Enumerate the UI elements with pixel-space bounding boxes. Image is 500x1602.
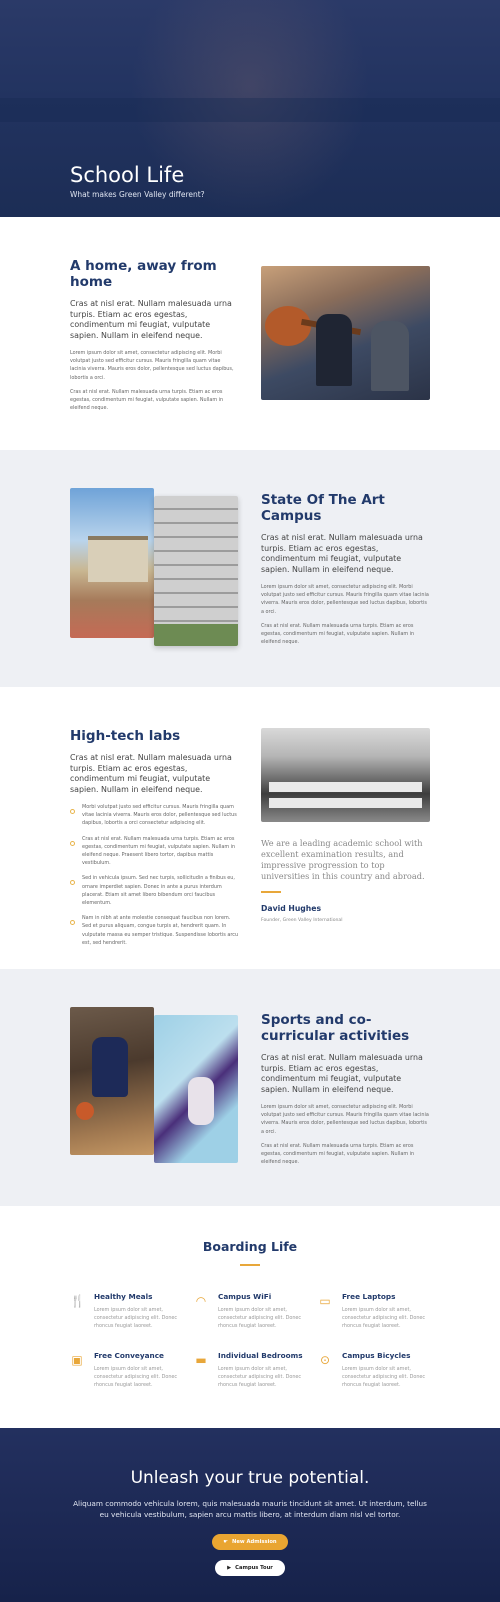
feature-title: Campus Bicycles [342,1351,411,1360]
sports-title: Sports and co-curricular activities [261,1012,410,1044]
sports-paragraph-2: Cras at nisl erat. Nullam malesuada urna… [261,1142,415,1166]
play-icon: ▶ [227,1565,232,1571]
home-title: A home, away from home [70,258,217,290]
list-item: Nam in nibh at ante molestie consequat f… [70,914,240,947]
home-paragraph-2: Cras at nisl erat. Nullam malesuada urna… [70,388,224,412]
quote-author-role: Founder, Green Valley International [261,918,343,923]
basketball-photo [70,1007,154,1155]
labs-section: High-tech labs Cras at nisl erat. Nullam… [0,687,500,969]
labs-bullet-list: Morbi volutpat justo sed efficitur cursu… [70,803,240,947]
feature-campus-wifi: ◠ Campus WiFi Lorem ipsum dolor sit amet… [194,1292,309,1331]
feature-healthy-meals: 🍴 Healthy Meals Lorem ipsum dolor sit am… [70,1292,185,1331]
home-section: A home, away from home Cras at nisl erat… [0,217,500,450]
campus-title: State Of The Art Campus [261,492,385,524]
quote-author: David Hughes [261,904,322,913]
feature-description: Lorem ipsum dolor sit amet, consectetur … [94,1366,178,1389]
hero-overlay-band [0,98,500,122]
boarding-section: Boarding Life 🍴 Healthy Meals Lorem ipsu… [0,1206,500,1428]
feature-title: Free Laptops [342,1292,396,1301]
quote-text: We are a leading academic school with ex… [261,838,425,881]
campus-tour-label: Campus Tour [235,1565,273,1571]
campus-building-photo [70,488,154,638]
list-item: Sed in vehicula ipsum. Sed nec turpis, s… [70,874,240,907]
campus-paragraph-1: Lorem ipsum dolor sit amet, consectetur … [261,584,429,615]
page-title: School Life [70,163,185,187]
quote-divider [261,891,281,893]
bullet-circle-icon [70,840,75,846]
feature-description: Lorem ipsum dolor sit amet, consectetur … [342,1366,426,1389]
computer-lab-photo [261,728,430,822]
feature-title: Healthy Meals [94,1292,153,1301]
feature-title: Free Conveyance [94,1351,164,1360]
campus-lead: Cras at nisl erat. Nullam malesuada urna… [261,533,423,574]
founder-quote: We are a leading academic school with ex… [261,838,431,923]
sports-section: Sports and co-curricular activities Cras… [0,969,500,1206]
list-item: Morbi volutpat justo sed efficitur cursu… [70,803,240,828]
fork-knife-icon: 🍴 [70,1294,85,1308]
climbing-wall-photo [154,1015,238,1163]
feature-individual-bedrooms: ▬ Individual Bedrooms Lorem ipsum dolor … [194,1351,309,1390]
sports-paragraph-1: Lorem ipsum dolor sit amet, consectetur … [261,1104,429,1135]
campus-paragraph-2: Cras at nisl erat. Nullam malesuada urna… [261,622,415,646]
bed-icon: ▬ [195,1353,207,1367]
hero-section: School Life What makes Green Valley diff… [0,0,500,217]
cta-text: Aliquam commodo vehicula lorem, quis mal… [73,1499,427,1519]
feature-free-conveyance: ▣ Free Conveyance Lorem ipsum dolor sit … [70,1351,185,1390]
labs-lead: Cras at nisl erat. Nullam malesuada urna… [70,753,232,794]
bicycle-icon: ⊙ [319,1353,331,1367]
boarding-title: Boarding Life [202,1239,298,1254]
bus-icon: ▣ [71,1353,83,1367]
labs-title: High-tech labs [70,728,181,744]
page-subtitle: What makes Green Valley different? [70,190,205,199]
list-item: Cras at nisl erat. Nullam malesuada urna… [70,835,240,868]
boarding-divider [240,1264,260,1266]
home-paragraph-1: Lorem ipsum dolor sit amet, consectetur … [70,350,234,381]
sports-lead: Cras at nisl erat. Nullam malesuada urna… [261,1053,423,1094]
campus-section: State Of The Art Campus Cras at nisl era… [0,450,500,687]
cta-title: Unleash your true potential. [130,1468,370,1488]
campus-facade-photo [154,496,238,646]
students-guitar-photo [261,266,430,400]
feature-free-laptops: ▭ Free Laptops Lorem ipsum dolor sit ame… [318,1292,433,1331]
new-admission-button[interactable]: ☛ New Admission [212,1534,288,1550]
feature-description: Lorem ipsum dolor sit amet, consectetur … [218,1366,302,1389]
feature-campus-bicycles: ⊙ Campus Bicycles Lorem ipsum dolor sit … [318,1351,433,1390]
feature-description: Lorem ipsum dolor sit amet, consectetur … [218,1307,302,1330]
bullet-circle-icon [70,809,75,814]
home-lead: Cras at nisl erat. Nullam malesuada urna… [70,299,232,340]
bullet-circle-icon [70,880,75,886]
hand-icon: ☛ [223,1539,229,1545]
feature-title: Individual Bedrooms [218,1351,303,1360]
campus-tour-button[interactable]: ▶ Campus Tour [215,1560,285,1576]
feature-description: Lorem ipsum dolor sit amet, consectetur … [94,1307,178,1330]
new-admission-label: New Admission [232,1539,277,1545]
cta-section: Unleash your true potential. Aliquam com… [0,1428,500,1602]
feature-title: Campus WiFi [218,1292,272,1301]
wifi-icon: ◠ [195,1294,207,1308]
laptop-icon: ▭ [319,1294,331,1308]
bullet-circle-icon [70,920,75,926]
feature-description: Lorem ipsum dolor sit amet, consectetur … [342,1307,426,1330]
